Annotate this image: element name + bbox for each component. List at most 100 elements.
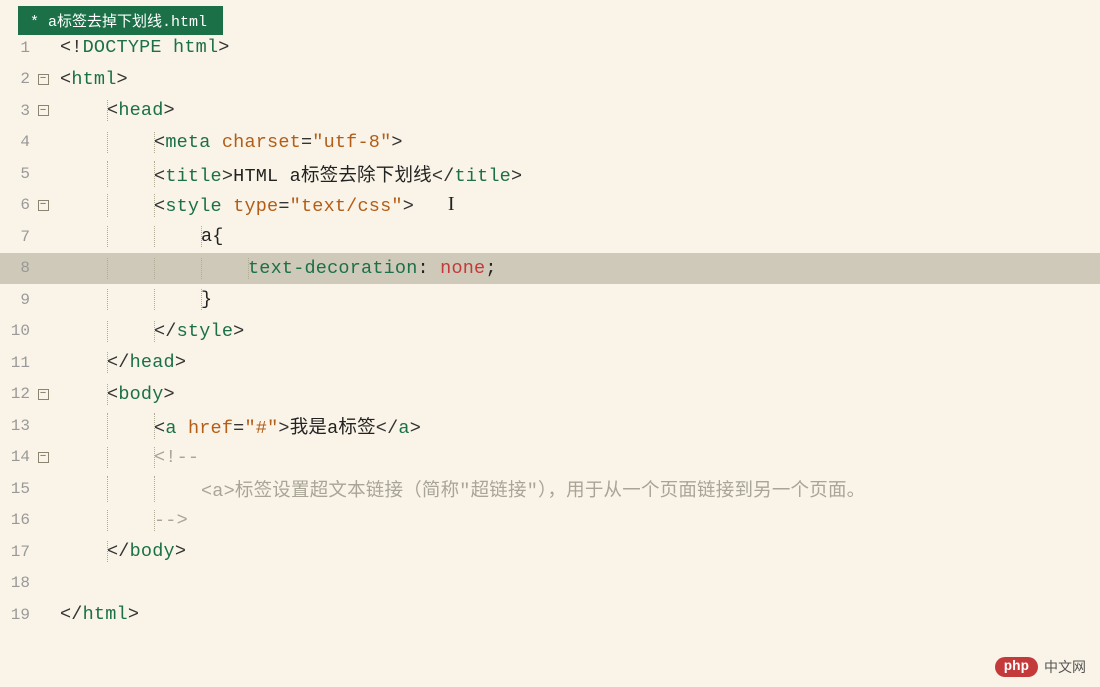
- code-content[interactable]: </body>: [54, 541, 186, 562]
- token: "text/css": [290, 196, 403, 217]
- token: charset: [222, 132, 301, 153]
- token: <: [107, 100, 118, 121]
- line-number: 4: [0, 133, 32, 151]
- code-line[interactable]: 7 a{: [0, 221, 1100, 253]
- token: <a>标签设置超文本链接（简称"超链接"），用于从一个页面链接到另一个页面。: [201, 481, 865, 502]
- token: =: [278, 196, 289, 217]
- token: none: [440, 258, 485, 279]
- indent-guide: [154, 510, 155, 531]
- fold-gutter: −: [32, 105, 54, 116]
- code-line[interactable]: 17 </body>: [0, 536, 1100, 568]
- code-line[interactable]: 11</head>: [0, 347, 1100, 379]
- code-line[interactable]: 10</style>: [0, 316, 1100, 348]
- indent-guide: [107, 132, 108, 153]
- indent-guide: [154, 447, 155, 468]
- fold-gutter: −: [32, 452, 54, 463]
- indent-guide: [248, 258, 249, 279]
- code-line[interactable]: 6−<style type="text/css"> I: [0, 190, 1100, 222]
- token: >: [164, 100, 175, 121]
- indent-guide: [107, 413, 108, 439]
- code-content[interactable]: }: [54, 289, 212, 310]
- token: </: [154, 321, 177, 342]
- code-content[interactable]: <a href="#">我是a标签</a>: [54, 413, 421, 439]
- token: <!: [60, 37, 83, 58]
- indent-guide: [154, 194, 155, 217]
- indent-guide: [201, 226, 202, 247]
- indent-guide: [154, 321, 155, 342]
- fold-gutter: −: [32, 74, 54, 85]
- code-content[interactable]: </style>: [54, 321, 244, 342]
- code-line[interactable]: 14−<!--: [0, 442, 1100, 474]
- code-line[interactable]: 15<a>标签设置超文本链接（简称"超链接"），用于从一个页面链接到另一个页面。: [0, 473, 1100, 505]
- fold-gutter: −: [32, 389, 54, 400]
- indent-guide: [107, 541, 108, 562]
- line-number: 7: [0, 228, 32, 246]
- fold-toggle-icon[interactable]: −: [38, 74, 49, 85]
- token: head: [130, 352, 175, 373]
- token: body: [118, 384, 163, 405]
- indent-guide: [154, 476, 155, 502]
- code-line[interactable]: 2−<html>: [0, 64, 1100, 96]
- line-number: 2: [0, 70, 32, 88]
- code-line[interactable]: 9}: [0, 284, 1100, 316]
- code-content[interactable]: <!DOCTYPE html>: [54, 37, 230, 58]
- code-content[interactable]: <!--: [54, 447, 199, 468]
- token: type: [233, 196, 278, 217]
- indent-guide: [154, 289, 155, 310]
- line-number: 12: [0, 385, 32, 403]
- token: }: [201, 289, 212, 310]
- token: [222, 196, 233, 217]
- indent-guide: [107, 258, 108, 279]
- code-content[interactable]: <head>: [54, 100, 175, 121]
- line-number: 6: [0, 196, 32, 214]
- fold-toggle-icon[interactable]: −: [38, 389, 49, 400]
- code-line[interactable]: 1<!DOCTYPE html>: [0, 32, 1100, 64]
- code-content[interactable]: <a>标签设置超文本链接（简称"超链接"），用于从一个页面链接到另一个页面。: [54, 476, 865, 502]
- fold-toggle-icon[interactable]: −: [38, 452, 49, 463]
- token: head: [118, 100, 163, 121]
- token: title: [165, 166, 222, 187]
- code-content[interactable]: <title>HTML a标签去除下划线</title>: [54, 161, 522, 187]
- token: </: [107, 352, 130, 373]
- fold-toggle-icon[interactable]: −: [38, 105, 49, 116]
- code-content[interactable]: </html>: [54, 604, 139, 625]
- code-editor[interactable]: 1<!DOCTYPE html>2−<html>3−<head>4<meta c…: [0, 32, 1100, 631]
- line-number: 17: [0, 543, 32, 561]
- token: =: [301, 132, 312, 153]
- indent-guide: [107, 226, 108, 247]
- token: >: [222, 166, 233, 187]
- token: [162, 37, 173, 58]
- code-line[interactable]: 12−<body>: [0, 379, 1100, 411]
- token: <: [154, 196, 165, 217]
- line-number: 13: [0, 417, 32, 435]
- code-line[interactable]: 16 -->: [0, 505, 1100, 537]
- token: </: [432, 166, 455, 187]
- indent-guide: [107, 289, 108, 310]
- watermark-text: 中文网: [1044, 657, 1086, 677]
- token: </: [107, 541, 130, 562]
- fold-toggle-icon[interactable]: −: [38, 200, 49, 211]
- file-tab[interactable]: * a标签去掉下划线.html: [18, 6, 223, 35]
- indent-guide: [107, 352, 108, 373]
- code-content[interactable]: a{: [54, 226, 224, 247]
- code-content[interactable]: <html>: [54, 69, 128, 90]
- line-number: 14: [0, 448, 32, 466]
- indent-guide: [107, 100, 108, 121]
- code-content[interactable]: </head>: [54, 352, 186, 373]
- token: text-decoration: [248, 258, 418, 279]
- code-content[interactable]: <body>: [54, 384, 175, 405]
- code-line[interactable]: 18: [0, 568, 1100, 600]
- code-line[interactable]: 19</html>: [0, 599, 1100, 631]
- code-line[interactable]: 13 <a href="#">我是a标签</a>: [0, 410, 1100, 442]
- code-content[interactable]: <meta charset="utf-8">: [54, 132, 403, 153]
- token: body: [130, 541, 175, 562]
- code-content[interactable]: text-decoration: none;: [54, 258, 497, 279]
- line-number: 16: [0, 511, 32, 529]
- code-line[interactable]: 8text-decoration: none;: [0, 253, 1100, 285]
- code-content[interactable]: <style type="text/css"> I: [54, 194, 455, 217]
- code-line[interactable]: 5<title>HTML a标签去除下划线</title>: [0, 158, 1100, 190]
- token: :: [418, 258, 441, 279]
- code-content[interactable]: -->: [54, 510, 188, 531]
- code-line[interactable]: 4 <meta charset="utf-8">: [0, 127, 1100, 159]
- code-line[interactable]: 3−<head>: [0, 95, 1100, 127]
